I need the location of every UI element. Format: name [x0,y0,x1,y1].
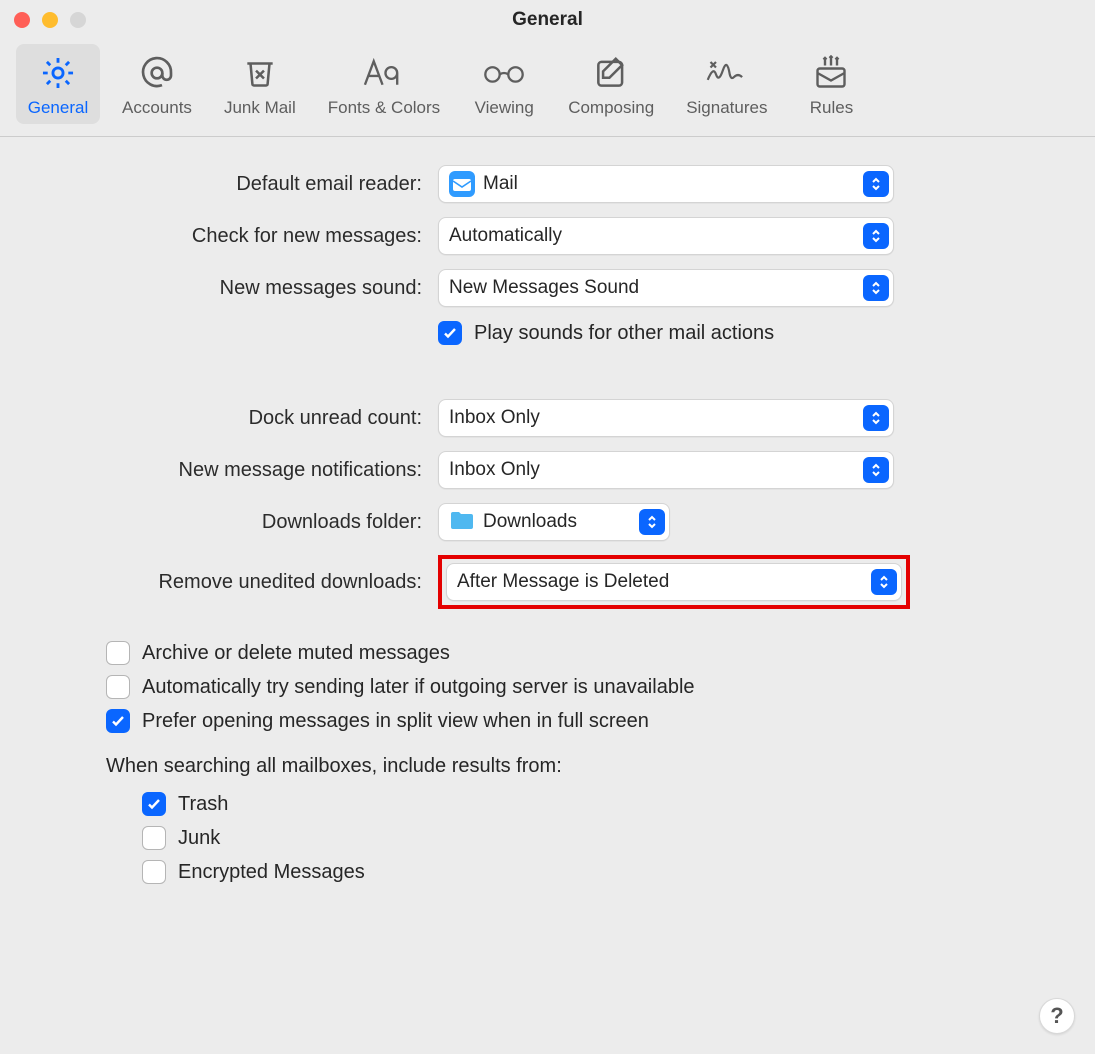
tab-label: Fonts & Colors [328,98,440,118]
default-email-reader-popup[interactable]: Mail [438,165,894,203]
gear-icon [35,50,81,96]
mail-app-icon [449,171,475,197]
chevron-updown-icon [863,275,889,301]
popup-value: New Messages Sound [449,277,857,299]
dock-unread-label: Dock unread count: [36,407,422,430]
downloads-folder-popup[interactable]: Downloads [438,503,670,541]
window-controls [0,12,86,28]
tab-signatures[interactable]: Signatures [676,44,777,124]
window-title: General [0,9,1095,31]
include-trash-label: Trash [178,793,228,816]
check-messages-popup[interactable]: Automatically [438,217,894,255]
search-results-heading: When searching all mailboxes, include re… [106,755,1059,778]
tab-label: Accounts [122,98,192,118]
close-window-button[interactable] [14,12,30,28]
chevron-updown-icon [639,509,665,535]
play-sounds-checkbox[interactable] [438,321,462,345]
tab-accounts[interactable]: Accounts [112,44,202,124]
tab-rules[interactable]: Rules [789,44,873,124]
popup-value: After Message is Deleted [457,571,865,593]
help-icon: ? [1050,1003,1063,1029]
chevron-updown-icon [863,405,889,431]
at-sign-icon [134,50,180,96]
chevron-updown-icon [863,223,889,249]
help-button[interactable]: ? [1039,998,1075,1034]
titlebar: General [0,0,1095,40]
include-encrypted-label: Encrypted Messages [178,861,365,884]
fonts-icon [361,50,407,96]
new-messages-sound-label: New messages sound: [36,277,422,300]
popup-value: Mail [483,173,857,195]
rules-icon [808,50,854,96]
highlight-annotation: After Message is Deleted [438,555,910,609]
popup-value: Automatically [449,225,857,247]
tab-general[interactable]: General [16,44,100,124]
tab-label: Viewing [475,98,534,118]
dock-unread-popup[interactable]: Inbox Only [438,399,894,437]
split-view-label: Prefer opening messages in split view wh… [142,710,649,733]
tab-junk-mail[interactable]: Junk Mail [214,44,306,124]
archive-muted-label: Archive or delete muted messages [142,642,450,665]
split-view-checkbox[interactable] [106,709,130,733]
popup-value: Downloads [483,511,633,533]
tab-composing[interactable]: Composing [558,44,664,124]
notifications-popup[interactable]: Inbox Only [438,451,894,489]
popup-value: Inbox Only [449,459,857,481]
minimize-window-button[interactable] [42,12,58,28]
notifications-label: New message notifications: [36,459,422,482]
new-messages-sound-popup[interactable]: New Messages Sound [438,269,894,307]
chevron-updown-icon [863,171,889,197]
glasses-icon [481,50,527,96]
tab-viewing[interactable]: Viewing [462,44,546,124]
folder-icon [449,509,475,535]
archive-muted-checkbox[interactable] [106,641,130,665]
preferences-content: Default email reader: Mail Check for new… [0,137,1095,922]
auto-resend-checkbox[interactable] [106,675,130,699]
chevron-updown-icon [863,457,889,483]
tab-label: Rules [810,98,853,118]
tab-label: Composing [568,98,654,118]
auto-resend-label: Automatically try sending later if outgo… [142,676,695,699]
include-junk-checkbox[interactable] [142,826,166,850]
default-email-reader-label: Default email reader: [36,173,422,196]
include-trash-checkbox[interactable] [142,792,166,816]
remove-downloads-popup[interactable]: After Message is Deleted [446,563,902,601]
signature-icon [704,50,750,96]
tab-fonts-colors[interactable]: Fonts & Colors [318,44,450,124]
compose-icon [588,50,634,96]
include-encrypted-checkbox[interactable] [142,860,166,884]
downloads-folder-label: Downloads folder: [36,511,422,534]
remove-downloads-label: Remove unedited downloads: [36,571,422,594]
tab-label: Junk Mail [224,98,296,118]
tab-label: Signatures [686,98,767,118]
check-messages-label: Check for new messages: [36,225,422,248]
include-junk-label: Junk [178,827,220,850]
zoom-window-button[interactable] [70,12,86,28]
popup-value: Inbox Only [449,407,857,429]
trash-x-icon [237,50,283,96]
chevron-updown-icon [871,569,897,595]
play-sounds-label: Play sounds for other mail actions [474,322,774,345]
tab-label: General [28,98,88,118]
preferences-toolbar: General Accounts Junk Mail Fonts & Color… [0,40,1095,137]
